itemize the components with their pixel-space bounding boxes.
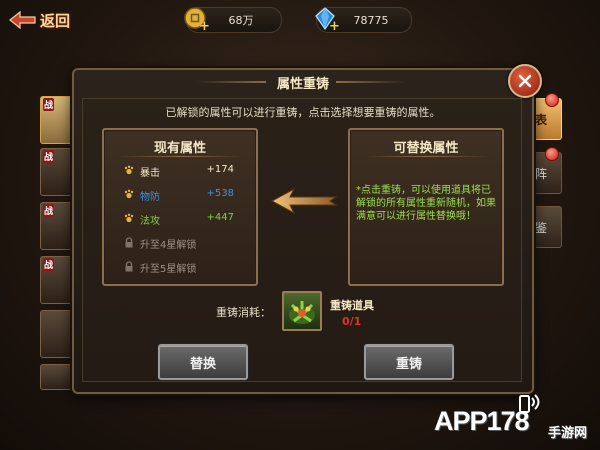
paw-icon (124, 165, 134, 175)
lock-icon (125, 237, 133, 248)
battle-tag: 战 (43, 258, 55, 271)
attribute-row[interactable]: 物防 +538 (124, 187, 244, 203)
recast-dialog: 属性重铸 已解锁的属性可以进行重铸，点击选择想要重铸的属性。 现有属性 暴击 +… (72, 64, 542, 394)
instruction-text: 已解锁的属性可以进行重铸，点击选择想要重铸的属性。 (165, 106, 441, 119)
attribute-value: +447 (206, 212, 234, 223)
locked-attribute-row: 升至4星解锁 (124, 235, 244, 251)
cost-label: 重铸消耗： (216, 306, 271, 319)
gold-add-icon[interactable]: + (199, 20, 211, 33)
tab-label: 阵 (535, 167, 548, 181)
lock-icon (125, 261, 133, 272)
recast-description: *点击重铸，可以使用道具将已解锁的所有属性重新随机，如果满意可以进行属性替换哦！ (356, 185, 496, 222)
attribute-value: +174 (206, 164, 234, 175)
attribute-name: 法攻 (140, 216, 160, 227)
battle-tag: 战 (43, 204, 55, 217)
tab-label: 表 (535, 113, 548, 127)
recast-button[interactable]: 重铸 (364, 344, 454, 380)
tab-label: 鉴 (535, 221, 548, 235)
attribute-name: 暴击 (140, 168, 160, 179)
attribute-row[interactable]: 法攻 +447 (124, 211, 244, 227)
watermark: APP178 手游网 (430, 392, 600, 450)
recast-item-icon[interactable] (282, 291, 322, 331)
gem-add-icon[interactable]: + (329, 20, 341, 33)
notification-dot-icon (545, 147, 559, 161)
paw-icon (124, 189, 134, 199)
divider (118, 156, 242, 157)
title-ornament (336, 81, 406, 83)
panel-title: 可替换属性 (393, 141, 459, 156)
paw-icon (124, 213, 134, 223)
current-attributes-panel: 现有属性 暴击 +174 物防 +538 法攻 +447 升至4星解锁 升至5星… (102, 128, 258, 286)
lock-text: 升至5星解锁 (140, 264, 197, 275)
attribute-row[interactable]: 暴击 +174 (124, 163, 244, 179)
attribute-name: 物防 (140, 192, 160, 203)
back-arrow-icon (9, 10, 36, 30)
attribute-value: +538 (206, 188, 234, 199)
divider (364, 156, 488, 157)
close-icon (518, 74, 532, 88)
replaceable-attributes-panel: 可替换属性 *点击重铸，可以使用道具将已解锁的所有属性重新随机，如果满意可以进行… (348, 128, 504, 286)
watermark-sub: 手游网 (548, 426, 588, 441)
item-name: 重铸道具 (330, 299, 374, 312)
item-count: 0/1 (342, 315, 362, 328)
top-bar: 返回 + 68万 + 78775 (0, 0, 600, 40)
herb-icon (289, 301, 315, 324)
gem-display: + 78775 (315, 7, 412, 33)
watermark-main: APP178 (434, 406, 530, 436)
lock-text: 升至4星解锁 (140, 240, 197, 251)
replace-button[interactable]: 替换 (158, 344, 248, 380)
close-button[interactable] (508, 64, 542, 98)
panel-title: 现有属性 (153, 141, 206, 156)
back-label: 返回 (40, 11, 71, 30)
back-button[interactable]: 返回 (8, 6, 88, 34)
locked-attribute-row: 升至5星解锁 (124, 259, 244, 275)
battle-tag: 战 (43, 98, 55, 111)
notification-dot-icon (545, 93, 559, 107)
battle-tag: 战 (43, 150, 55, 163)
left-arrow-icon (270, 187, 338, 215)
dialog-title: 属性重铸 (276, 77, 329, 92)
gold-display: + 68万 (184, 7, 282, 33)
